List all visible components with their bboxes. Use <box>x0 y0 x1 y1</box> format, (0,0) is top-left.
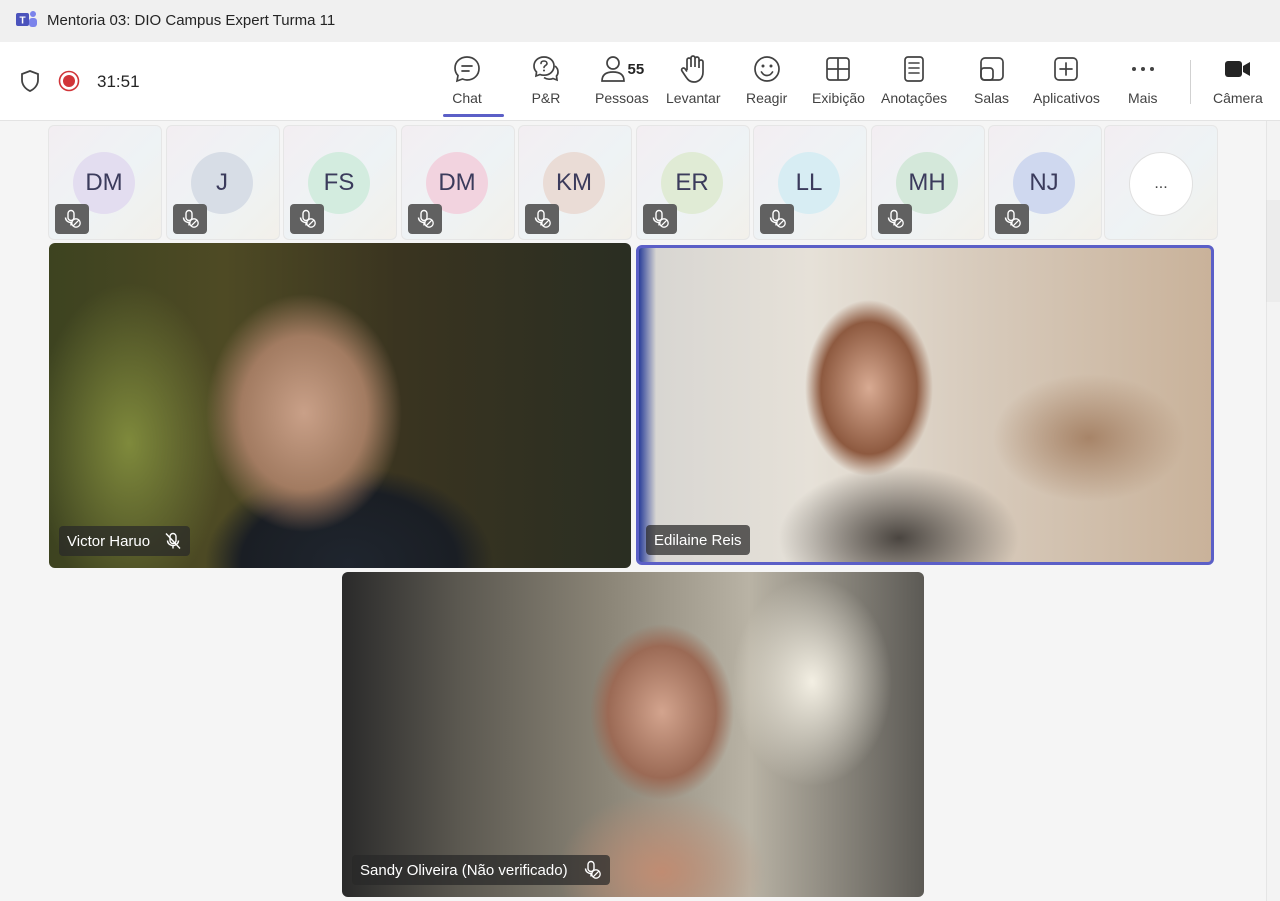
participant-tile[interactable]: J <box>166 125 280 240</box>
mic-muted-badge <box>173 204 207 234</box>
camera-label: Câmera <box>1213 90 1263 106</box>
qa-label: P&R <box>531 90 561 106</box>
participant-tile[interactable]: FS <box>283 125 397 240</box>
participant-tile[interactable]: ER <box>636 125 750 240</box>
participant-tile[interactable]: KM <box>518 125 632 240</box>
mic-muted-badge <box>995 204 1029 234</box>
mic-muted-icon <box>769 209 786 228</box>
title-bar: T Mentoria 03: DIO Campus Expert Turma 1… <box>0 0 1280 43</box>
people-count: 55 <box>627 60 645 78</box>
mic-muted-badge <box>525 204 559 234</box>
more-participants-tile[interactable]: ... <box>1104 125 1218 240</box>
people-label: Pessoas <box>595 90 649 106</box>
chat-icon <box>454 56 480 83</box>
notes-button[interactable]: Anotações <box>881 52 947 114</box>
notes-label: Anotações <box>881 90 948 106</box>
mic-muted-icon <box>887 209 904 228</box>
rooms-button[interactable]: Salas <box>974 52 1009 114</box>
breakout-rooms-icon <box>979 57 1004 81</box>
question-answer-icon <box>533 56 559 82</box>
participant-name: Victor Haruo <box>67 532 151 550</box>
people-button[interactable]: 55 Pessoas <box>595 52 649 114</box>
teams-logo-icon: T <box>16 11 37 27</box>
participant-tile[interactable]: MH <box>871 125 985 240</box>
video-tile[interactable]: Victor Haruo <box>49 243 631 568</box>
shield-icon[interactable] <box>19 69 41 93</box>
mic-muted-icon <box>652 209 669 228</box>
participant-tile[interactable]: NJ <box>988 125 1102 240</box>
hand-icon <box>681 55 705 83</box>
video-camera-icon <box>1224 61 1250 77</box>
rooms-label: Salas <box>974 90 1010 106</box>
participant-tile[interactable]: LL <box>753 125 867 240</box>
window-title: Mentoria 03: DIO Campus Expert Turma 11 <box>47 12 336 29</box>
mic-muted-badge <box>643 204 677 234</box>
more-participants-button[interactable]: ... <box>1129 152 1193 216</box>
mic-muted-badge <box>55 204 89 234</box>
mic-muted-icon <box>417 209 434 228</box>
video-tile-active-speaker[interactable]: Edilaine Reis <box>636 245 1214 565</box>
smiley-icon <box>753 56 780 82</box>
more-button[interactable]: Mais <box>1128 52 1158 114</box>
camera-button[interactable]: Câmera <box>1213 52 1263 114</box>
react-button[interactable]: Reagir <box>746 52 787 114</box>
mic-muted-badge <box>290 204 324 234</box>
apps-label: Aplicativos <box>1033 90 1100 106</box>
mic-muted-icon <box>182 209 199 228</box>
participant-name-label: Sandy Oliveira (Não verificado) <box>352 855 610 885</box>
grid-view-icon <box>826 57 851 81</box>
toolbar-divider <box>1190 60 1191 104</box>
mic-off-icon <box>165 532 181 549</box>
raise-hand-label: Levantar <box>666 90 721 106</box>
participant-name-label: Edilaine Reis <box>646 525 750 555</box>
mic-muted-icon <box>584 860 601 879</box>
video-tile[interactable]: Sandy Oliveira (Não verificado) <box>342 572 924 897</box>
mic-muted-icon <box>299 209 316 228</box>
mic-muted-badge <box>408 204 442 234</box>
chat-label: Chat <box>452 90 482 106</box>
raise-hand-button[interactable]: Levantar <box>666 52 720 114</box>
chat-button[interactable]: Chat <box>452 52 482 114</box>
mic-muted-icon <box>1004 209 1021 228</box>
more-dots-icon <box>1131 67 1154 71</box>
qa-button[interactable]: P&R <box>531 52 561 114</box>
mic-muted-icon <box>534 209 551 228</box>
more-label: Mais <box>1128 90 1158 106</box>
chat-active-indicator <box>443 114 504 117</box>
view-label: Exibição <box>812 90 865 106</box>
meeting-timer: 31:51 <box>97 72 140 91</box>
mic-muted-icon <box>64 209 81 228</box>
view-button[interactable]: Exibição <box>812 52 865 114</box>
participant-name: Edilaine Reis <box>654 531 742 549</box>
participant-tile[interactable]: DM <box>401 125 515 240</box>
participant-name-label: Victor Haruo <box>59 526 191 556</box>
person-icon <box>600 56 625 82</box>
svg-text:T: T <box>19 16 25 27</box>
mic-muted-badge <box>760 204 794 234</box>
scrollbar-thumb[interactable] <box>1266 200 1280 302</box>
add-app-icon <box>1054 57 1079 81</box>
notes-icon <box>904 56 924 82</box>
apps-button[interactable]: Aplicativos <box>1033 52 1100 114</box>
participant-tile[interactable]: DM <box>48 125 162 240</box>
mic-muted-badge <box>878 204 912 234</box>
participant-name: Sandy Oliveira (Não verificado) <box>360 861 568 879</box>
react-label: Reagir <box>746 90 788 106</box>
meeting-toolbar: 31:51 Chat P&R 55 Pessoas Levantar Reagi… <box>0 42 1280 121</box>
recording-icon <box>58 70 80 92</box>
